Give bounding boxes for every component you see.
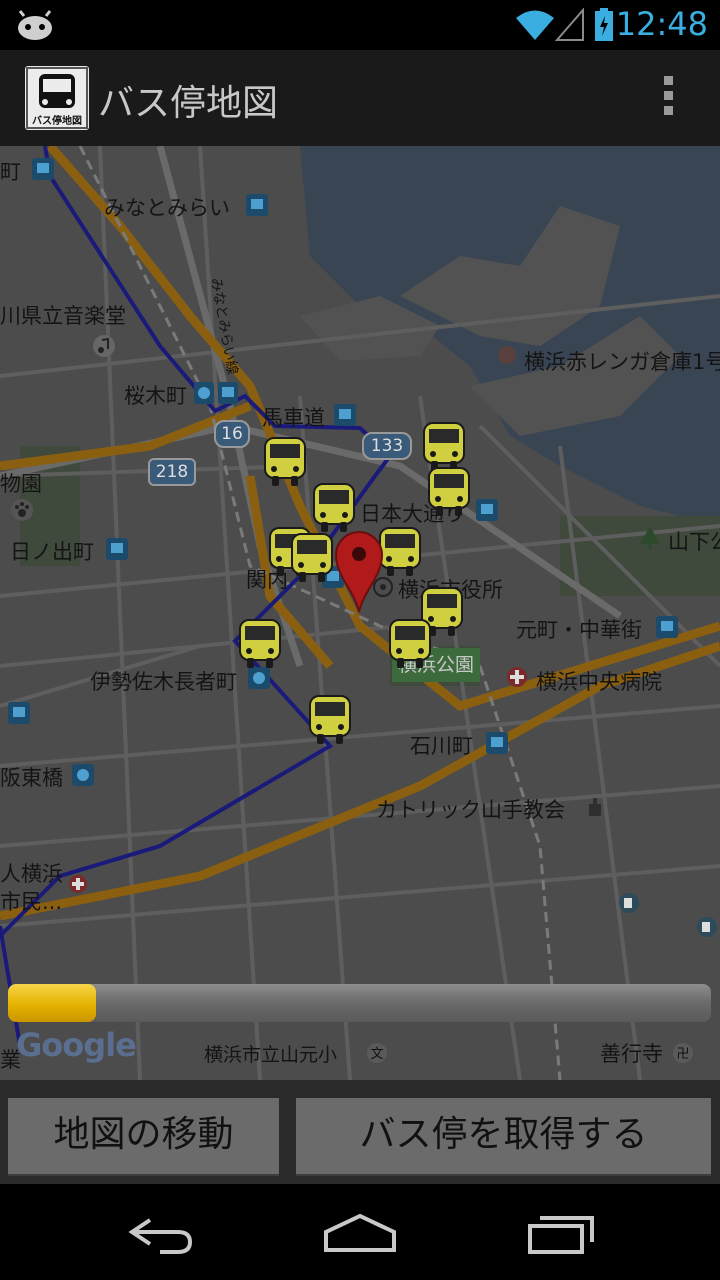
route-shield-133-label: 133 <box>370 436 404 456</box>
park-tree-icon <box>640 526 660 549</box>
bus-stop-marker[interactable] <box>289 532 335 586</box>
museum-icon <box>498 346 516 364</box>
get-bus-stops-button[interactable]: バス停を取得する <box>296 1098 711 1176</box>
station-icon-bando <box>72 764 94 786</box>
battery-icon <box>595 8 613 41</box>
signal-icon <box>555 8 584 41</box>
loading-progress-fill <box>8 984 96 1022</box>
map-label-zoo: 物園 <box>0 472 42 496</box>
church-icon <box>589 798 601 816</box>
map-view[interactable]: 文 卍 133 16 218 町 みなとみらい みなとみらい線 川県立音楽堂 横… <box>0 146 720 1080</box>
bus-stop-marker[interactable] <box>262 436 308 490</box>
location-pin-icon[interactable] <box>334 530 384 614</box>
station-icon-bashamichi <box>334 404 356 426</box>
temple-icon: 卍 <box>673 1043 693 1063</box>
map-label-chuo-hospital: 横浜中央病院 <box>536 670 662 694</box>
map-label-zengyoji: 善行寺 <box>600 1042 663 1066</box>
map-label-catholic: カトリック山手教会 <box>376 798 565 822</box>
map-label-yamamoto-elem: 横浜市立山元小 <box>204 1044 338 1066</box>
status-bar: 12:48 <box>0 0 720 50</box>
station-icon-minatomirai <box>246 194 268 216</box>
bus-stop-marker[interactable] <box>307 694 353 748</box>
navigation-bar <box>0 1184 720 1280</box>
route-shield-218: 218 <box>148 458 196 486</box>
map-label-bando: 阪東橋 <box>0 766 63 790</box>
recents-icon[interactable] <box>520 1206 600 1258</box>
back-icon[interactable] <box>120 1206 200 1258</box>
map-label-top-left: 町 <box>0 160 21 184</box>
loading-progress-bar <box>8 984 711 1022</box>
move-map-button[interactable]: 地図の移動 <box>8 1098 279 1176</box>
home-icon[interactable] <box>320 1206 400 1258</box>
wifi-icon <box>516 10 554 40</box>
app-icon[interactable]: バス停地図 <box>25 66 89 130</box>
action-bar: バス停地図 バス停地図 <box>0 50 720 146</box>
school-icon: 文 <box>367 1043 387 1063</box>
route-shield-16-label: 16 <box>221 424 243 444</box>
map-label-ishikawacho: 石川町 <box>410 734 473 758</box>
map-label-bashamichi: 馬車道 <box>262 406 325 430</box>
route-shield-16: 16 <box>214 420 250 448</box>
station-icon-sakuragicho <box>194 382 238 404</box>
bottom-button-bar: 地図の移動 バス停を取得する <box>0 1080 720 1184</box>
clock: 12:48 <box>615 5 708 43</box>
svg-text:文: 文 <box>370 1047 383 1062</box>
map-label-yamashita: 山下公 <box>668 530 720 554</box>
hospital-icon-2 <box>69 875 87 893</box>
bus-stop-marker[interactable] <box>426 466 472 520</box>
music-icon <box>93 335 115 357</box>
map-label-kenritsu: 川県立音楽堂 <box>0 304 126 328</box>
gas-station-icon-2 <box>697 917 717 937</box>
svg-text:卍: 卍 <box>676 1047 689 1062</box>
station-icon-nihonodori <box>476 499 498 521</box>
google-logo: Google <box>16 1026 137 1064</box>
map-label-shimin: 市民... <box>0 890 63 914</box>
map-label-motomachi: 元町・中華街 <box>516 618 642 642</box>
station-icon-motomachi <box>656 616 678 638</box>
route-shield-218-label: 218 <box>155 462 189 482</box>
station-icon-left <box>8 702 30 724</box>
map-label-akarenga: 横浜赤レンガ倉庫1号 <box>524 350 720 374</box>
bus-stop-marker[interactable] <box>237 618 283 672</box>
hospital-icon <box>507 667 527 687</box>
android-icon <box>18 10 52 40</box>
map-label-hito-yokohama: 人横浜 <box>0 862 63 886</box>
station-icon-hinodecho <box>106 538 128 560</box>
gas-station-icon <box>619 893 639 913</box>
map-label-hinodecho: 日ノ出町 <box>10 540 94 564</box>
map-label-sakuragicho: 桜木町 <box>124 384 187 408</box>
app-icon-label: バス停地図 <box>32 116 82 127</box>
bus-stop-marker[interactable] <box>311 482 357 536</box>
map-label-isezakichojamachi: 伊勢佐木長者町 <box>90 670 237 694</box>
route-shield-133: 133 <box>362 432 412 460</box>
bus-stop-marker[interactable] <box>387 618 433 672</box>
map-label-minatomirai: みなとみらい <box>104 196 230 220</box>
station-icon-topleft <box>32 158 54 180</box>
overflow-menu-icon[interactable] <box>656 76 680 124</box>
app-title: バス停地図 <box>98 83 279 124</box>
station-icon-ishikawacho <box>486 732 508 754</box>
paw-icon <box>11 499 33 521</box>
